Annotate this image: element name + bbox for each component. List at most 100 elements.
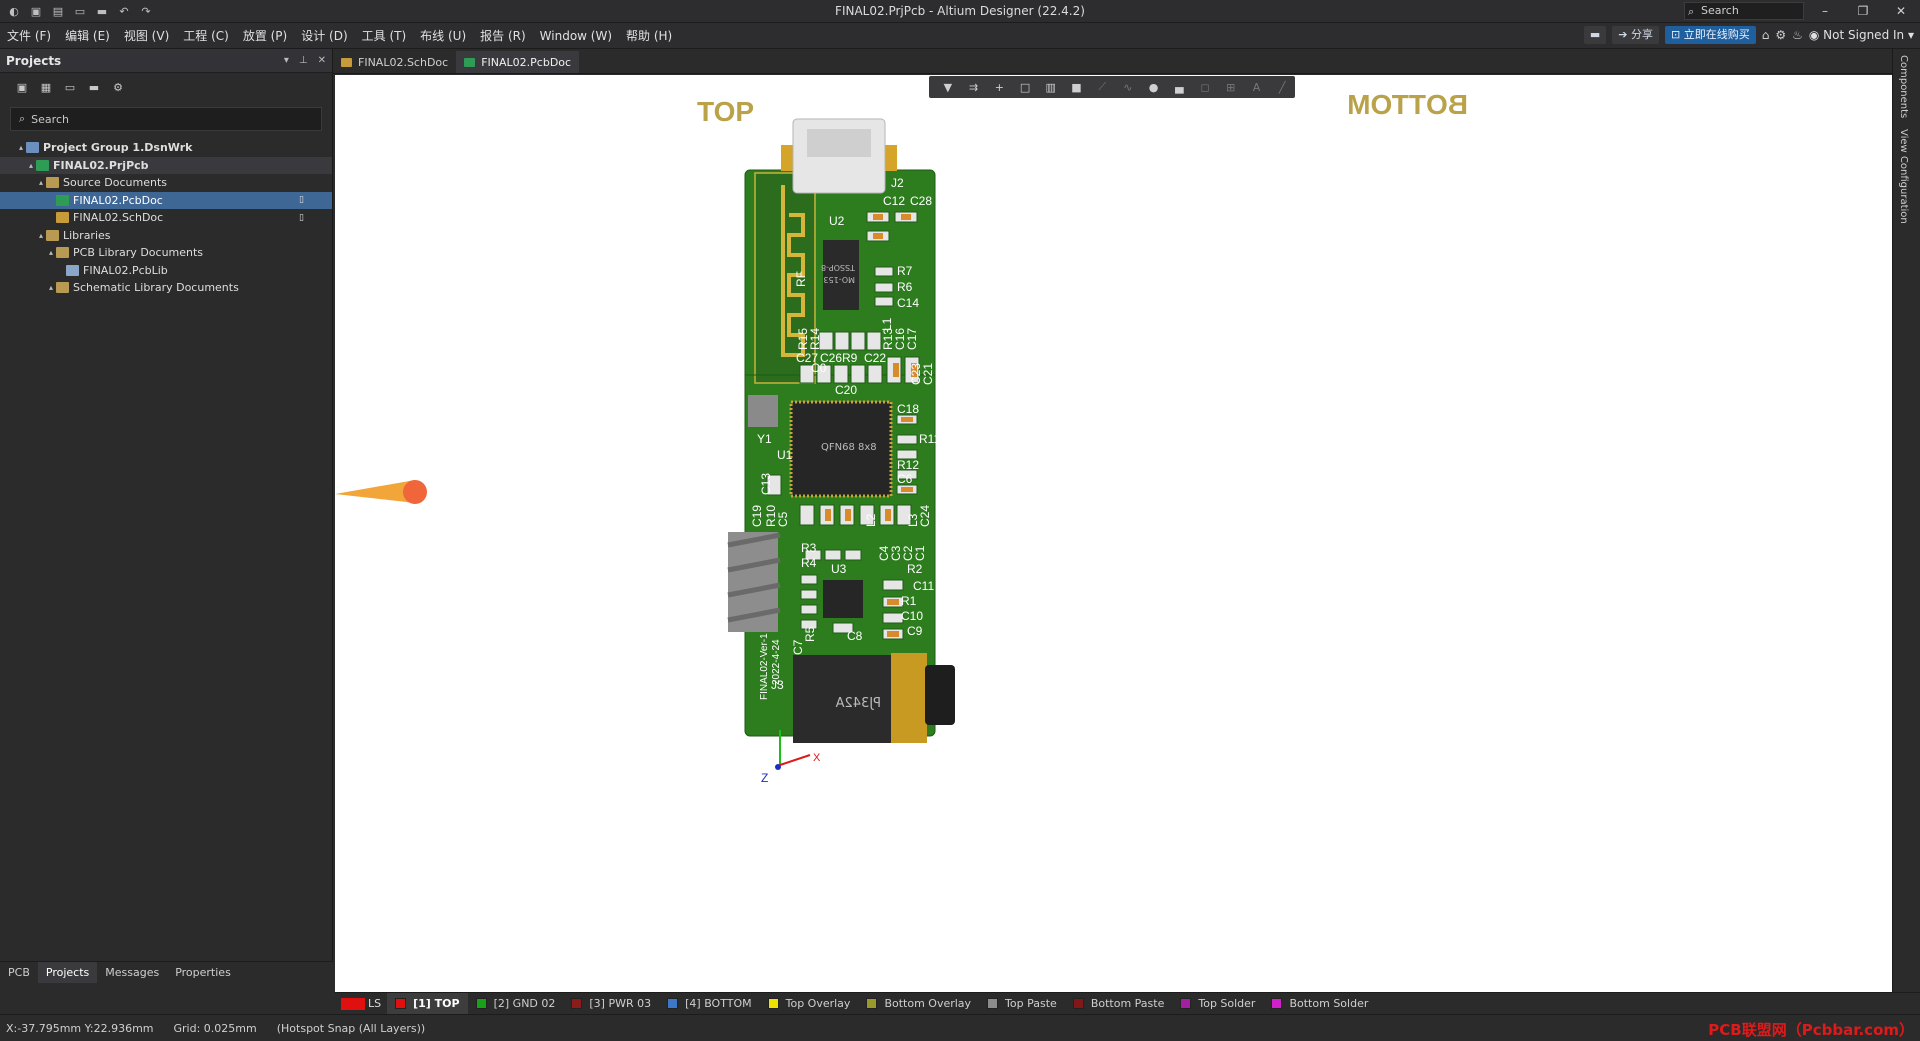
layer-tab[interactable]: Top Overlay [760,993,859,1015]
layer-tab[interactable]: Bottom Paste [1065,993,1173,1015]
view-configuration-side-tab[interactable]: View Configuration [1898,129,1909,224]
open-project-icon[interactable]: ▬ [94,3,110,19]
pin-icon[interactable]: ⊥ [299,55,308,66]
minimize-button[interactable]: – [1806,0,1844,23]
components-side-tab[interactable]: Components [1898,55,1909,118]
menu-help[interactable]: 帮助 (H) [619,27,679,44]
layer-tab[interactable]: [2] GND 02 [468,993,564,1015]
board-view: TOP BOTTOM TSSOP-8 MO-153 QFN68 8x8 PJ34… [335,89,1468,785]
menu-edit[interactable]: 编辑 (E) [58,27,117,44]
window-controls: – ❐ ✕ [1806,0,1920,23]
signin-label: Not Signed In [1823,28,1905,42]
pcb-doc-icon [464,57,476,67]
buy-online-button[interactable]: ⊡ 立即在线购买 [1665,26,1756,44]
comment-button[interactable]: ▬ [1583,26,1607,44]
tree-item[interactable]: ▴ Project Group 1.DsnWrk [0,139,332,157]
tree-item[interactable]: ▴ FINAL02.PrjPcb [0,156,332,174]
document-tab[interactable]: FINAL02.SchDoc [333,51,456,73]
notifications-icon[interactable]: ♨ [1792,28,1803,42]
label-C17: C17 [905,328,919,350]
panel-tab-properties[interactable]: Properties [167,962,239,983]
layer-tab[interactable]: Top Solder [1172,993,1263,1015]
tree-expander-icon[interactable]: ▴ [46,283,56,292]
tree-expander-icon[interactable]: ▴ [26,161,36,170]
tree-item[interactable]: ▴ Libraries [0,227,332,245]
user-icon: ◉ [1808,28,1824,42]
menu-reports[interactable]: 报告 (R) [473,27,533,44]
label-C14: C14 [897,296,919,310]
open-icon[interactable]: ▭ [72,3,88,19]
tree-item[interactable]: ▴ Source Documents [0,174,332,192]
redo-icon[interactable]: ↷ [138,3,154,19]
project-tree: ▴ Project Group 1.DsnWrk ▴ FINAL02.PrjPcb ▴ S… [0,139,332,297]
title-bar: ◐ ▣ ▤ ▭ ▬ ↶ ↷ FINAL02.PrjPcb - Altium De… [0,0,1920,23]
tree-item[interactable]: FINAL02.SchDoc ▯ [0,209,332,227]
window-title: FINAL02.PrjPcb - Altium Designer (22.4.2… [835,4,1085,18]
menu-design[interactable]: 设计 (D) [294,27,354,44]
document-tab[interactable]: FINAL02.PcbDoc [456,51,580,73]
layer-color-swatch [395,998,407,1009]
open-folder-icon[interactable]: ▭ [62,81,78,95]
tree-expander-icon[interactable]: ▴ [46,248,56,257]
document-status-icon: ▯ [299,212,304,223]
project-search-input[interactable]: ⌕ Search [10,107,322,131]
cursor-coordinates: X:-37.795mm Y:22.936mm [6,1021,154,1035]
layer-tab[interactable]: [4] BOTTOM [659,993,759,1015]
menu-file[interactable]: 文件 (F) [0,27,58,44]
close-folder-icon[interactable]: ▬ [86,81,102,95]
panel-tab-projects[interactable]: Projects [37,962,98,983]
watermark: PCB联盟网（Pcbbar.com） [1708,1021,1914,1039]
label-U3: U3 [831,562,847,576]
menu-project[interactable]: 工程 (C) [176,27,236,44]
label-C24: C24 [918,505,932,527]
label-C21: C21 [921,363,935,385]
close-button[interactable]: ✕ [1882,0,1920,23]
pcb-doc-icon [56,194,69,206]
panel-bottom-tabs: PCB Projects Messages Properties [0,961,333,983]
layer-tab[interactable]: [3] PWR 03 [563,993,659,1015]
tree-expander-icon[interactable]: ▴ [16,143,26,152]
layer-tab[interactable]: Top Paste [979,993,1065,1015]
menu-window[interactable]: Window (W) [533,29,619,43]
menu-tools[interactable]: 工具 (T) [355,27,414,44]
compile-icon[interactable]: ▦ [38,81,54,95]
global-search-input[interactable]: ⌕ Search [1684,2,1804,20]
layer-tab[interactable]: [1] TOP [387,992,468,1015]
label-C7: C7 [791,639,805,655]
layer-tab[interactable]: Bottom Overlay [858,993,979,1015]
settings-icon[interactable]: ⚙ [1775,28,1786,42]
pcb-3d-canvas[interactable]: ▼ ⇉ + □ ▥ ■ ⟋ ∿ ● ▄ ◻ ⊞ A ╱ TOP BOTTOM T… [335,75,1892,992]
tree-item[interactable]: FINAL02.PcbLib [0,262,332,280]
group-icon [26,142,39,154]
menu-view[interactable]: 视图 (V) [117,27,176,44]
panel-tab-messages[interactable]: Messages [97,962,167,983]
menu-right-group: ▬ ➔ 分享 ⊡ 立即在线购买 ⌂ ⚙ ♨ ◉ Not Signed In ▾ [1583,26,1914,44]
share-button[interactable]: ➔ 分享 [1612,26,1659,44]
layer-set-selector[interactable]: LS [335,997,387,1010]
panel-close-icon[interactable]: ✕ [318,55,326,66]
tree-item[interactable]: FINAL02.PcbDoc ▯ [0,191,332,209]
save-project-icon[interactable]: ▣ [14,81,30,95]
pcb-project-icon [36,159,49,171]
panel-tab-pcb[interactable]: PCB [0,962,38,983]
tree-expander-icon[interactable]: ▴ [36,231,46,240]
version-label: FINAL02-Ver-1 [759,633,770,700]
menu-place[interactable]: 放置 (P) [236,27,294,44]
tree-item[interactable]: ▴ Schematic Library Documents [0,279,332,297]
layer-tab[interactable]: Bottom Solder [1263,993,1376,1015]
layer-color-swatch [475,998,487,1009]
layer-tab-label: [2] GND 02 [493,997,556,1010]
app-menu-icon[interactable]: ◐ [6,3,22,19]
save-icon[interactable]: ▣ [28,3,44,19]
restore-button[interactable]: ❐ [1844,0,1882,23]
save-all-icon[interactable]: ▤ [50,3,66,19]
panel-menu-icon[interactable]: ▾ [284,55,289,66]
menu-route[interactable]: 布线 (U) [413,27,473,44]
sign-in-menu[interactable]: ◉ Not Signed In ▾ [1809,28,1914,42]
tree-expander-icon[interactable]: ▴ [36,178,46,187]
undo-icon[interactable]: ↶ [116,3,132,19]
tree-item[interactable]: ▴ PCB Library Documents [0,244,332,262]
home-icon[interactable]: ⌂ [1762,28,1770,42]
panel-settings-icon[interactable]: ⚙ [110,81,126,95]
layer-tab-label: Top Paste [1005,997,1057,1010]
